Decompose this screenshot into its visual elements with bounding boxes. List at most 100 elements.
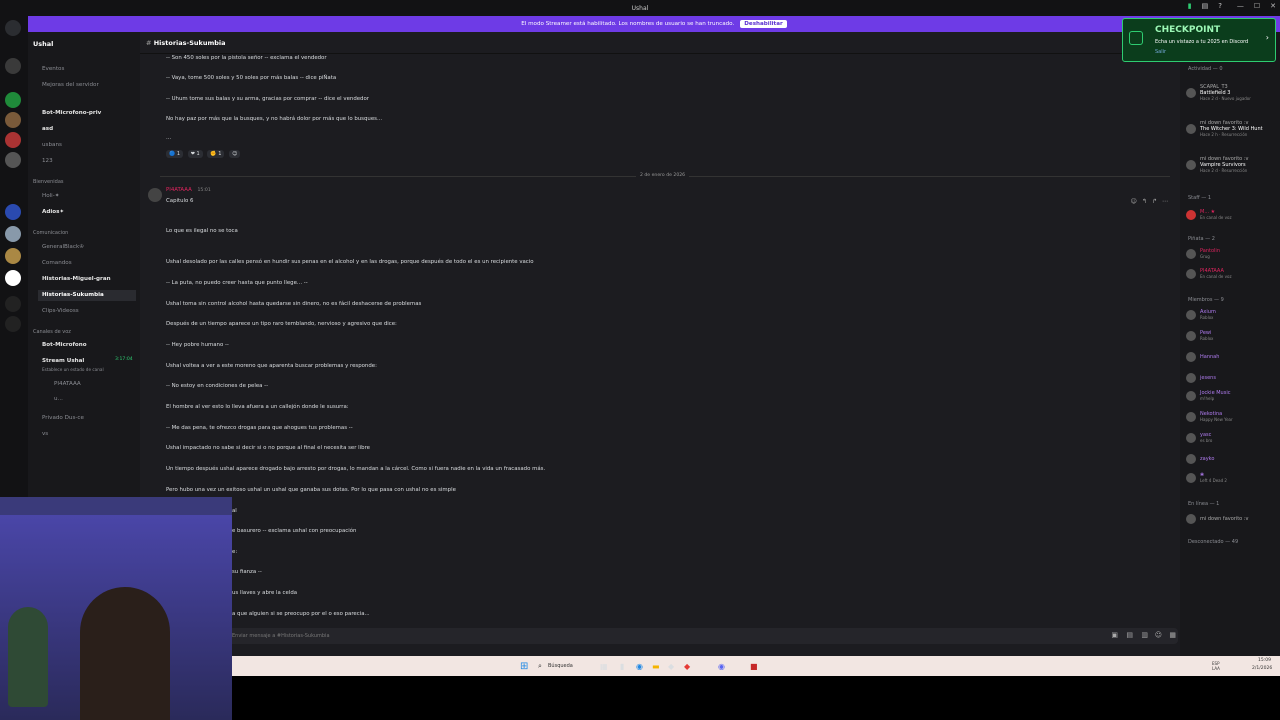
avatar <box>1186 411 1196 422</box>
server-icon[interactable] <box>5 270 21 286</box>
member-item[interactable]: Jockie Music m!help <box>1186 390 1230 401</box>
clock-date[interactable]: 2/1/2026 <box>1252 666 1272 671</box>
voice-channel[interactable]: Bot-Microfono <box>42 342 87 348</box>
category-label[interactable]: Comunicacion <box>33 230 68 236</box>
server-icon[interactable] <box>5 204 21 220</box>
clock-time[interactable]: 15:09 <box>1258 658 1271 663</box>
message-line: -- No estoy en condiciones de pelea -- <box>166 383 269 389</box>
taskbar-search[interactable]: Búsqueda <box>548 663 573 669</box>
close-icon[interactable]: ✕ <box>1270 2 1276 10</box>
server-icon[interactable] <box>5 152 21 168</box>
discover-icon[interactable] <box>5 316 21 332</box>
message-line: -- Uhum tome sus balas y su arma, gracia… <box>166 96 369 102</box>
forward-icon[interactable]: ↱ <box>1152 198 1157 205</box>
avatar[interactable] <box>148 188 162 202</box>
inbox-icon[interactable]: ▤ <box>1202 2 1209 10</box>
pin-icon[interactable]: ▮ <box>1188 2 1192 10</box>
search-icon[interactable]: ⌕ <box>538 662 542 671</box>
member-activity[interactable]: mi down favorito :v Vampire Survivors Hace… <box>1186 156 1248 173</box>
channel-item[interactable]: asd <box>42 126 53 132</box>
group-header: Piñata — 2 <box>1188 236 1215 242</box>
reaction[interactable]: 🔵 1 <box>166 150 184 158</box>
author-name[interactable]: PI4ATAAA <box>166 187 192 193</box>
voice-channel[interactable]: Stream Ushal <box>42 358 84 364</box>
app-icon[interactable]: ▦ <box>600 662 608 671</box>
server-icon[interactable] <box>5 112 21 128</box>
disable-streamer-button[interactable]: Deshabilitar <box>740 20 787 28</box>
member-activity[interactable]: SCAPAL_T3 Battlefield 3 Hace 2 d · Nuevo j… <box>1186 84 1251 101</box>
reaction[interactable]: ❤ 1 <box>187 150 203 158</box>
app-icon[interactable]: ◆ <box>668 662 674 671</box>
channel-item[interactable]: Holi-✦ <box>42 193 59 199</box>
category-label[interactable]: Canales de voz <box>33 329 71 335</box>
message-line: Ushal impactado no sabe si decir si o no… <box>166 445 370 451</box>
maximize-icon[interactable]: ☐ <box>1254 2 1260 10</box>
help-icon[interactable]: ? <box>1218 2 1222 10</box>
apps-icon[interactable]: ▦ <box>1169 631 1176 639</box>
gift-icon[interactable]: ▣ <box>1111 631 1118 639</box>
member-activity[interactable]: mi down favorito :v The Witcher 3: Wild H… <box>1186 120 1263 137</box>
voice-channel[interactable]: Privado Dus-ce <box>42 415 84 421</box>
add-server-icon[interactable] <box>5 296 21 312</box>
member-item[interactable]: yasc es bro <box>1186 432 1212 443</box>
sidebar-events[interactable]: Eventos <box>42 66 64 72</box>
member-item[interactable]: Pantolin Grug <box>1186 248 1220 259</box>
emoji-picker-icon[interactable]: ☺ <box>1155 631 1162 639</box>
member-item[interactable]: jesens <box>1186 373 1216 383</box>
voice-user[interactable]: u... <box>54 396 63 402</box>
checkpoint-popup[interactable]: CHECKPOINT Echa un vistazo a tu 2025 en … <box>1122 18 1276 62</box>
member-item[interactable]: M... ★ En canal de voz <box>1186 209 1232 220</box>
windows-start-icon[interactable]: ⊞ <box>520 661 528 672</box>
server-icon[interactable] <box>5 92 21 108</box>
server-icon[interactable] <box>5 58 21 74</box>
discord-icon[interactable]: ◉ <box>718 662 725 671</box>
message-header: PI4ATAAA 15:01 <box>166 187 211 193</box>
add-reaction-icon[interactable]: ☺ <box>229 150 241 158</box>
more-icon[interactable]: ⋯ <box>1162 198 1168 205</box>
member-item[interactable]: ❀ Left 4 Dead 2 <box>1186 472 1227 483</box>
member-item[interactable]: mi down favorito :v <box>1186 514 1248 524</box>
reply-icon[interactable]: ↰ <box>1142 198 1147 205</box>
member-item[interactable]: Nekotina Happy New Year <box>1186 411 1233 422</box>
gif-icon[interactable]: ▤ <box>1126 631 1133 639</box>
member-item[interactable]: Hannah <box>1186 352 1219 362</box>
minimize-icon[interactable]: — <box>1237 2 1244 10</box>
channel-item[interactable]: Adios✦ <box>42 209 64 215</box>
emoji-icon[interactable]: ☺ <box>1131 198 1137 205</box>
member-item[interactable]: Pewi Roblox <box>1186 330 1213 341</box>
voice-user[interactable]: PI4ATAAA <box>54 381 81 387</box>
channel-item[interactable]: Historias-Miguel-gran <box>42 276 111 282</box>
member-item[interactable]: Axium Roblox <box>1186 309 1216 320</box>
member-item[interactable]: PI4ATAAA En canal de voz <box>1186 268 1232 279</box>
channel-item[interactable]: GeneralBlack♔ <box>42 244 84 250</box>
language-indicator[interactable]: ESP LAA <box>1212 661 1228 671</box>
channel-item[interactable]: Bot-Microfono-priv <box>42 110 101 116</box>
channel-item[interactable]: Clips-Videoss <box>42 308 79 314</box>
avatar <box>1186 159 1196 170</box>
sticker-icon[interactable]: ▥ <box>1141 631 1148 639</box>
channel-item-active[interactable]: Historias-Sukumbia <box>38 290 136 301</box>
channel-item[interactable]: usbans <box>42 142 62 148</box>
folder-icon[interactable]: ▬ <box>652 662 660 671</box>
checkpoint-dismiss[interactable]: Salir <box>1155 49 1166 55</box>
channel-item[interactable]: Comandos <box>42 260 72 266</box>
channel-item[interactable]: 123 <box>42 158 53 164</box>
reaction[interactable]: ✊ 1 <box>207 150 225 158</box>
dm-icon[interactable] <box>5 20 21 36</box>
message-line: -- Me das pena, te ofrezco drogas para q… <box>166 425 353 431</box>
category-label[interactable]: Bienvenidas <box>33 179 64 185</box>
edge-icon[interactable]: ◉ <box>636 662 643 671</box>
server-icon[interactable] <box>5 226 21 242</box>
message-input[interactable]: Enviar mensaje a #Historias-Sukumbia ▣ ▤… <box>148 628 1178 644</box>
app-icon[interactable]: ▮ <box>620 662 624 671</box>
app-icon[interactable]: ■ <box>750 662 758 671</box>
member-item[interactable]: zayko <box>1186 454 1214 464</box>
chevron-right-icon[interactable]: › <box>1266 33 1269 42</box>
server-icon[interactable] <box>5 132 21 148</box>
server-name[interactable]: Ushal <box>33 40 53 48</box>
server-icon[interactable] <box>5 248 21 264</box>
brave-icon[interactable]: ◆ <box>684 662 690 671</box>
sidebar-boosts[interactable]: Mejoras del servidor <box>42 82 99 88</box>
voice-status[interactable]: Establece un estado de canal <box>42 367 104 372</box>
voice-channel[interactable]: vs <box>42 431 48 437</box>
